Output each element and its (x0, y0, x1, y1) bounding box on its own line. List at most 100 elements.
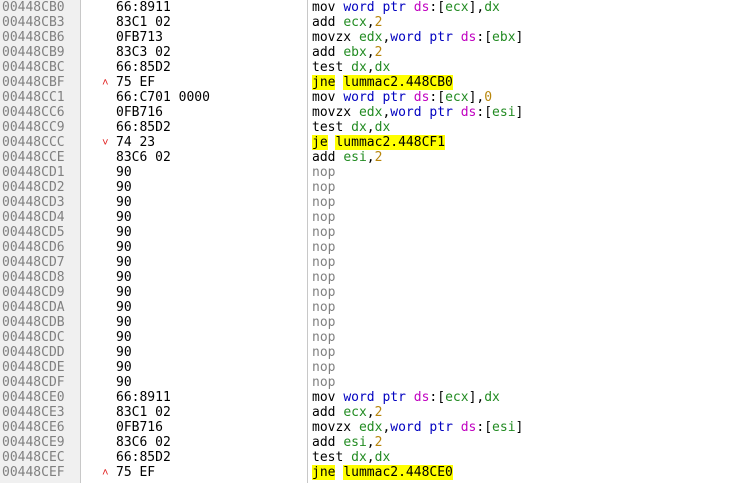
operand-token: word ptr (343, 90, 414, 105)
operand-token: dx (374, 60, 391, 75)
instruction-row[interactable]: 00448CDE 90 nop (0, 360, 730, 375)
instruction-bytes: 83C6 02 (116, 150, 171, 165)
instruction-text: nop (312, 270, 335, 285)
instruction-row[interactable]: 00448CE9 83C6 02 add esi,2 (0, 435, 730, 450)
operand-token: ecx (343, 405, 367, 420)
operand-token: ebx (492, 30, 516, 45)
operand-token: nop (312, 195, 336, 210)
instruction-text: add ebx,2 (312, 45, 382, 60)
instruction-row[interactable]: 00448CD6 90 nop (0, 240, 730, 255)
jump-token: lummac2.448CF1 (335, 135, 446, 150)
operand-token: , (366, 60, 375, 75)
instruction-address: 00448CEF (2, 465, 65, 480)
instruction-address: 00448CD4 (2, 210, 65, 225)
instruction-text: nop (312, 255, 335, 270)
instruction-bytes: 66:85D2 (116, 60, 171, 75)
instruction-bytes: 83C3 02 (116, 45, 171, 60)
operand-token: test (312, 120, 352, 135)
instruction-address: 00448CC9 (2, 120, 65, 135)
operand-token: mov (312, 90, 344, 105)
instruction-row[interactable]: 00448CB6 0FB713 movzx edx,word ptr ds:[ebx… (0, 30, 730, 45)
instruction-row[interactable]: 00448CD4 90 nop (0, 210, 730, 225)
instruction-row[interactable]: 00448CE6 0FB716 movzx edx,word ptr ds:[esi… (0, 420, 730, 435)
instruction-address: 00448CDE (2, 360, 65, 375)
instruction-text: nop (312, 180, 335, 195)
instruction-text: test dx,dx (312, 120, 390, 135)
instruction-address: 00448CC6 (2, 105, 65, 120)
operand-token: nop (312, 240, 336, 255)
instruction-bytes: 66:85D2 (116, 450, 171, 465)
instruction-text: jne lummac2.448CB0 (312, 75, 453, 90)
instruction-row[interactable]: 00448CDD 90 nop (0, 345, 730, 360)
jump-token: lummac2.448CE0 (343, 465, 453, 480)
instruction-row[interactable]: 00448CD3 90 nop (0, 195, 730, 210)
jump-token: jne (312, 465, 336, 480)
instruction-row[interactable]: 00448CB0 66:8911 mov word ptr ds:[ecx],dx (0, 0, 730, 15)
operand-token: nop (312, 285, 336, 300)
instruction-bytes: 66:85D2 (116, 120, 171, 135)
instruction-row[interactable]: 00448CEC 66:85D2 test dx,dx (0, 450, 730, 465)
instruction-row[interactable]: 00448CE0 66:8911 mov word ptr ds:[ecx],dx (0, 390, 730, 405)
instruction-bytes: 90 (116, 165, 132, 180)
instruction-row[interactable]: 00448CBF ˄ 75 EF jne lummac2.448CB0 (0, 75, 730, 90)
instruction-row[interactable]: 00448CCE 83C6 02 add esi,2 (0, 150, 730, 165)
instruction-row[interactable]: 00448CEF ˄ 75 EF jne lummac2.448CE0 (0, 465, 730, 480)
instruction-row[interactable]: 00448CD8 90 nop (0, 270, 730, 285)
operand-token: add (312, 150, 344, 165)
instruction-text: nop (312, 315, 335, 330)
instruction-row[interactable]: 00448CCC ˅ 74 23 je lummac2.448CF1 (0, 135, 730, 150)
instruction-row[interactable]: 00448CC9 66:85D2 test dx,dx (0, 120, 730, 135)
operand-token: , (366, 435, 375, 450)
operand-token: test (312, 60, 352, 75)
operand-token: dx (374, 450, 391, 465)
instruction-bytes: 90 (116, 180, 132, 195)
operand-token: :[ (429, 390, 446, 405)
instruction-row[interactable]: 00448CC6 0FB716 movzx edx,word ptr ds:[esi… (0, 105, 730, 120)
instruction-row[interactable]: 00448CDB 90 nop (0, 315, 730, 330)
instruction-address: 00448CDA (2, 300, 65, 315)
operand-token: esi (492, 105, 516, 120)
instruction-address: 00448CC1 (2, 90, 65, 105)
instruction-bytes: 90 (116, 210, 132, 225)
instruction-row[interactable]: 00448CBC 66:85D2 test dx,dx (0, 60, 730, 75)
operand-token: ] (515, 105, 524, 120)
instruction-text: nop (312, 210, 335, 225)
operand-token: movzx (312, 30, 359, 45)
instruction-row[interactable]: 00448CD2 90 nop (0, 180, 730, 195)
instruction-row[interactable]: 00448CDF 90 nop (0, 375, 730, 390)
disassembly-view[interactable]: 00448CB0 66:8911 mov word ptr ds:[ecx],dx 0… (0, 0, 730, 483)
instruction-row[interactable]: 00448CD5 90 nop (0, 225, 730, 240)
operand-token: add (312, 435, 344, 450)
operand-token: ebx (343, 45, 367, 60)
operand-token: word ptr (390, 105, 461, 120)
operand-token: :[ (476, 105, 493, 120)
instruction-row[interactable]: 00448CDA 90 nop (0, 300, 730, 315)
operand-token: ], (468, 390, 485, 405)
instruction-row[interactable]: 00448CE3 83C1 02 add ecx,2 (0, 405, 730, 420)
instruction-row[interactable]: 00448CD1 90 nop (0, 165, 730, 180)
operand-token: ], (468, 90, 485, 105)
instruction-row[interactable]: 00448CB3 83C1 02 add ecx,2 (0, 15, 730, 30)
instruction-address: 00448CD9 (2, 285, 65, 300)
operand-token: edx (358, 30, 383, 45)
instruction-bytes: 90 (116, 255, 132, 270)
instruction-row[interactable]: 00448CB9 83C3 02 add ebx,2 (0, 45, 730, 60)
instruction-bytes: 66:8911 (116, 390, 171, 405)
instruction-text: nop (312, 225, 335, 240)
operand-token: 2 (374, 45, 383, 60)
instruction-text: add ecx,2 (312, 15, 382, 30)
instruction-bytes: 90 (116, 195, 132, 210)
operand-token: ds (460, 420, 477, 435)
instruction-row[interactable]: 00448CDC 90 nop (0, 330, 730, 345)
instruction-address: 00448CE9 (2, 435, 65, 450)
instruction-row[interactable]: 00448CD7 90 nop (0, 255, 730, 270)
instruction-text: movzx edx,word ptr ds:[ebx] (312, 30, 523, 45)
operand-token: ecx (343, 15, 367, 30)
operand-token: dx (374, 120, 391, 135)
instruction-row[interactable]: 00448CD9 90 nop (0, 285, 730, 300)
instruction-row[interactable]: 00448CC1 66:C701 0000 mov word ptr ds:[ecx… (0, 90, 730, 105)
operand-token: edx (358, 105, 383, 120)
instruction-text: nop (312, 345, 335, 360)
instruction-text: mov word ptr ds:[ecx],dx (312, 0, 500, 15)
instruction-bytes: 0FB716 (116, 420, 163, 435)
